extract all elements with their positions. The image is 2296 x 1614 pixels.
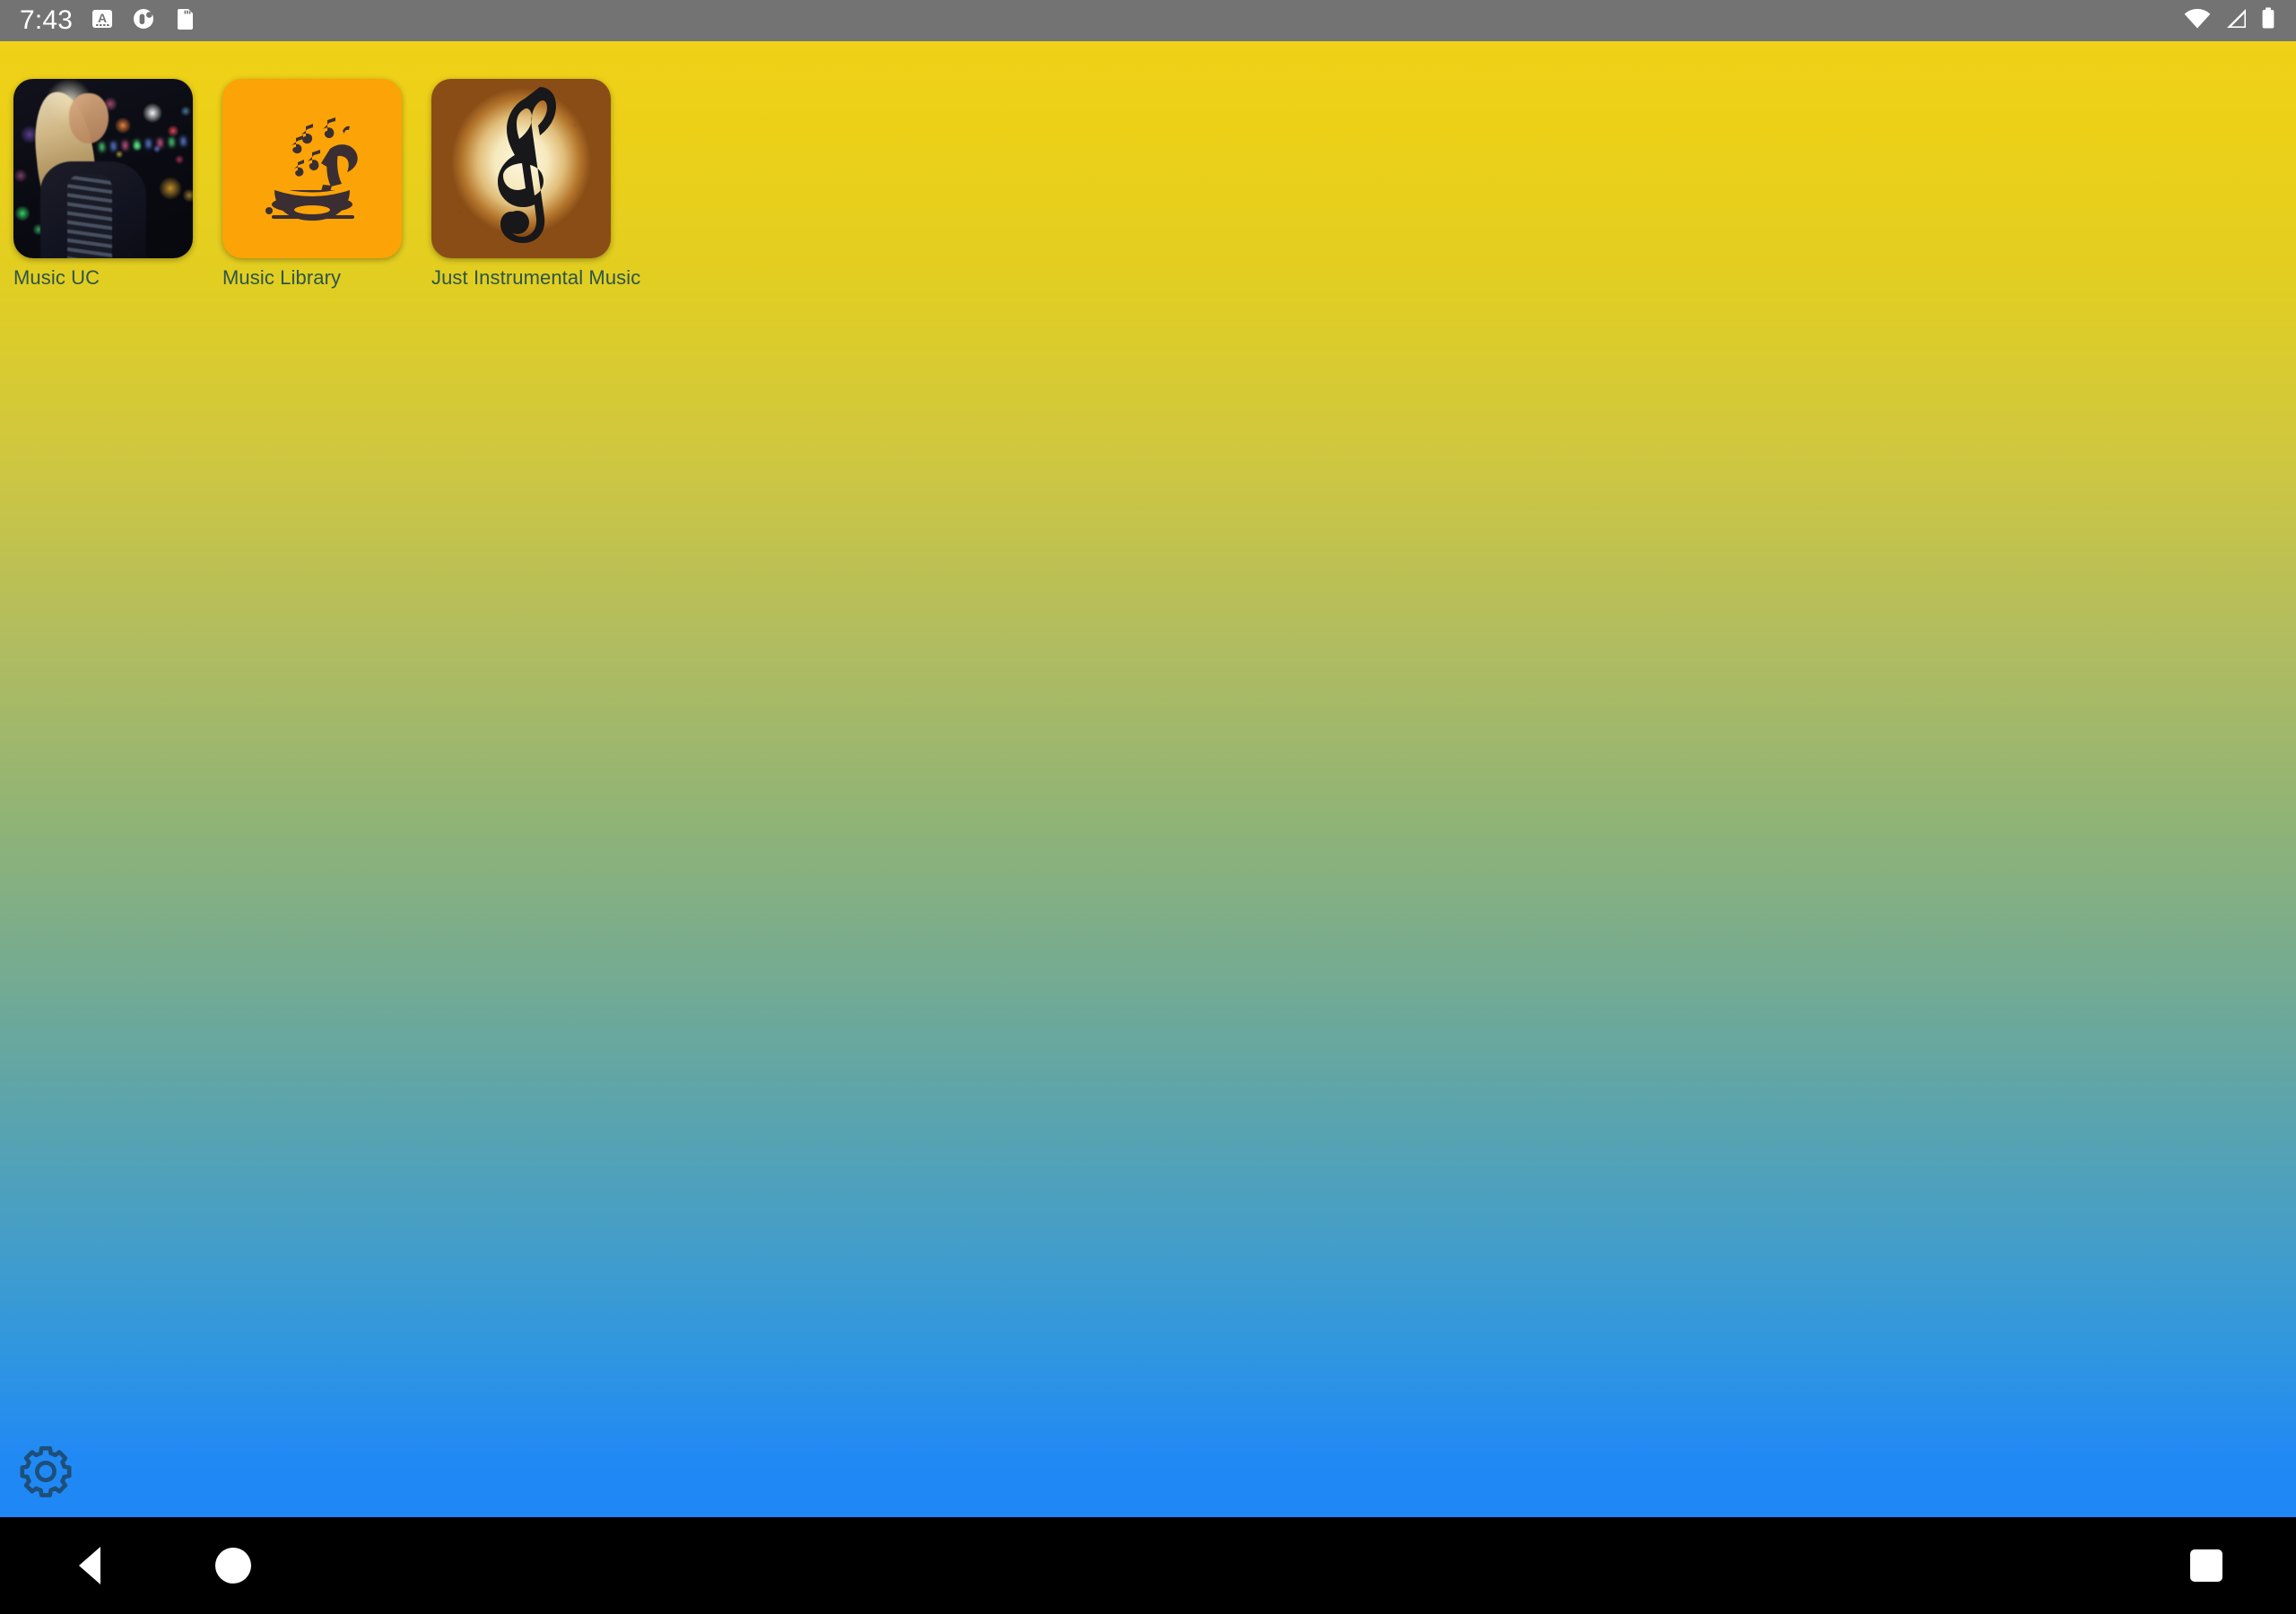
battery-icon <box>2260 6 2276 36</box>
status-bar: 7:43 A <box>0 0 2296 41</box>
cellular-signal-icon <box>2223 7 2248 35</box>
wifi-icon <box>2183 7 2212 35</box>
sd-card-icon <box>175 6 196 36</box>
home-circle-icon <box>215 1548 251 1584</box>
app-label-music-uc: Music UC <box>13 266 100 289</box>
app-icon-just-instrumental-music[interactable]: Just Instrumental Music <box>431 79 640 289</box>
app-icon-music-uc[interactable]: Music UC <box>13 79 222 289</box>
recents-button[interactable] <box>2135 1517 2278 1614</box>
settings-gear-button[interactable] <box>16 1442 75 1501</box>
status-bar-clock: 7:43 <box>20 5 74 35</box>
recents-square-icon <box>2190 1549 2222 1582</box>
treble-clef-icon <box>498 87 556 243</box>
app-icon-music-library[interactable]: Music Library <box>222 79 431 289</box>
music-uc-icon <box>13 79 193 258</box>
home-button[interactable] <box>161 1517 305 1614</box>
status-bar-left-group: 7:43 A <box>0 6 196 36</box>
navigation-bar <box>0 1517 2296 1614</box>
status-bar-right-group <box>2183 6 2296 36</box>
app-icon-image-wrap <box>222 79 402 258</box>
gramophone-icon <box>265 117 358 221</box>
back-button[interactable] <box>18 1517 161 1614</box>
svg-text:A: A <box>98 11 107 25</box>
app-label-just-instrumental-music: Just Instrumental Music <box>431 266 641 289</box>
app-notification-icon <box>132 6 157 36</box>
app-grid: Music UC Music Library Just Instrumental… <box>0 41 2296 289</box>
just-instrumental-music-icon <box>431 79 611 258</box>
keyboard-language-icon: A <box>91 7 114 35</box>
back-triangle-icon <box>79 1547 100 1584</box>
gear-icon <box>20 1445 72 1497</box>
app-icon-image-wrap <box>13 79 193 258</box>
app-label-music-library: Music Library <box>222 266 342 289</box>
app-icon-image-wrap <box>431 79 611 258</box>
music-library-icon <box>222 79 402 258</box>
device-screen: 7:43 A Music UC Music Library Just Instr… <box>0 0 2296 1614</box>
